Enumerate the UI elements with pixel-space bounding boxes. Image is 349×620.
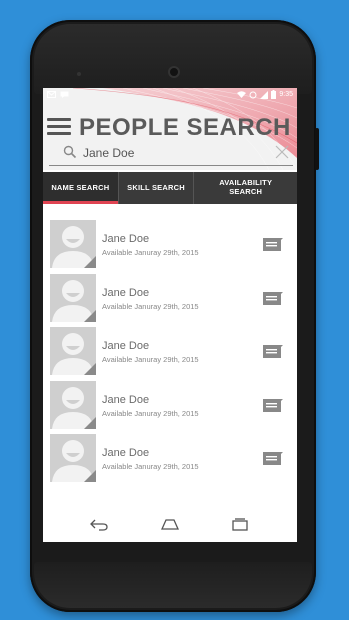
message-icon[interactable] [263, 398, 283, 412]
list-item[interactable]: Jane Doe Available Januray 29th, 2015 [43, 377, 297, 431]
result-availability: Available Januray 29th, 2015 [102, 408, 199, 418]
result-name: Jane Doe [102, 393, 150, 406]
power-button [315, 128, 319, 170]
phone-bottom-bezel [34, 562, 312, 608]
tab-name-search[interactable]: NAME SEARCH [43, 172, 119, 204]
close-icon[interactable] [273, 143, 291, 161]
list-item[interactable]: Jane Doe Available Januray 29th, 2015 [43, 430, 297, 484]
result-name: Jane Doe [102, 286, 150, 299]
recents-icon[interactable] [230, 515, 250, 533]
app-screen: 9:35 PEOPLE SEARCH NAME SEARCH SKILL SEA… [43, 88, 297, 542]
search-tabs: NAME SEARCH SKILL SEARCH AVAILABILITY SE… [43, 172, 297, 204]
avatar [50, 220, 96, 268]
avatar [50, 273, 96, 322]
tab-availability-search[interactable]: AVAILABILITY SEARCH [194, 172, 297, 204]
mail-notification-icon [47, 91, 56, 98]
message-icon[interactable] [263, 237, 283, 251]
search-input[interactable] [83, 144, 263, 162]
result-name: Jane Doe [102, 233, 150, 245]
tab-skill-search[interactable]: SKILL SEARCH [119, 172, 195, 204]
search-bar [49, 142, 293, 166]
result-availability: Available Januray 29th, 2015 [102, 355, 199, 364]
battery-icon [271, 90, 277, 99]
message-icon[interactable] [263, 344, 283, 358]
results-list: Jane Doe Available Januray 29th, 2015 Ja… [43, 216, 297, 484]
home-icon[interactable] [160, 515, 180, 533]
list-item[interactable]: Jane Doe Available Januray 29th, 2015 [43, 270, 297, 324]
hamburger-icon[interactable] [47, 118, 71, 136]
message-icon[interactable] [263, 291, 283, 305]
list-item[interactable]: Jane Doe Available Januray 29th, 2015 [43, 216, 297, 270]
chat-notification-icon [60, 91, 69, 98]
app-header: 9:35 PEOPLE SEARCH [43, 88, 297, 170]
search-icon[interactable] [63, 145, 77, 159]
phone-top-bezel [34, 24, 312, 94]
proximity-sensor [77, 72, 81, 76]
wifi-icon [237, 91, 247, 98]
message-icon[interactable] [263, 451, 283, 465]
result-availability: Available Januray 29th, 2015 [102, 248, 199, 257]
result-availability: Available Januray 29th, 2015 [102, 462, 199, 471]
status-time: 9:35 [279, 91, 293, 98]
result-name: Jane Doe [102, 447, 150, 459]
avatar [50, 380, 96, 429]
status-bar: 9:35 [43, 88, 297, 104]
avatar [50, 434, 96, 482]
front-camera [168, 66, 180, 78]
list-item[interactable]: Jane Doe Available Januray 29th, 2015 [43, 323, 297, 377]
avatar [50, 327, 96, 375]
sync-icon [249, 91, 257, 98]
result-availability: Available Januray 29th, 2015 [102, 301, 199, 311]
signal-icon [260, 90, 269, 99]
page-title: PEOPLE SEARCH [79, 114, 291, 141]
android-nav-bar [43, 506, 297, 542]
back-icon[interactable] [89, 515, 109, 533]
result-name: Jane Doe [102, 340, 150, 352]
